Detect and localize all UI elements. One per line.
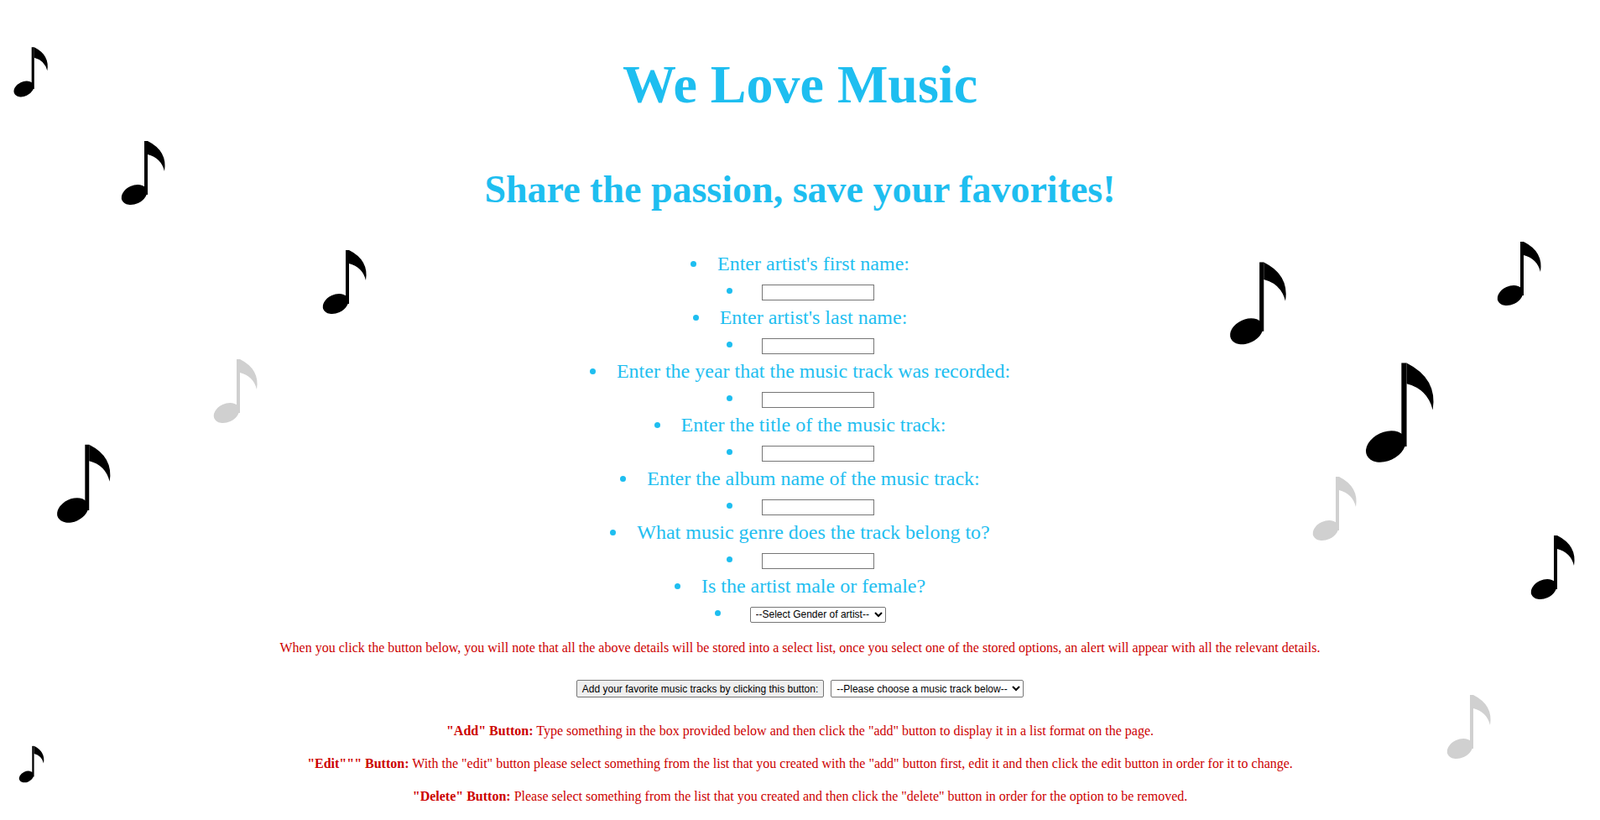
instruction-title: "Delete" Button:	[412, 788, 511, 803]
instruction-title: "Edit""" Button:	[307, 755, 409, 771]
music-note-icon	[117, 134, 177, 210]
field-label: Enter artist's first name:	[589, 251, 1011, 277]
instruction-text: "Delete" Button: Please select something…	[412, 787, 1188, 805]
page-title: We Love Music	[622, 53, 978, 116]
field-input-row: --Select Gender of artist--	[589, 598, 1011, 628]
music-note-icon	[1359, 352, 1452, 470]
field-label: What music genre does the track belong t…	[589, 520, 1011, 545]
text-input[interactable]	[761, 445, 875, 462]
music-note-icon	[8, 41, 59, 101]
music-note-icon	[1493, 234, 1553, 311]
text-input[interactable]	[761, 499, 875, 516]
add-tracks-button[interactable]: Add your favorite music tracks by clicki…	[576, 679, 824, 698]
field-input-row	[589, 329, 1011, 360]
instruction-title: "Add" Button:	[446, 723, 534, 738]
page: We Love Music Share the passion, save you…	[0, 0, 1600, 820]
music-note-icon	[1224, 251, 1301, 353]
instructions: "Add" Button: Type something in the box …	[307, 722, 1293, 814]
instruction-text: "Edit""" Button: With the "edit" button …	[307, 755, 1293, 772]
field-label: Enter the title of the music track:	[589, 412, 1011, 438]
content: We Love Music Share the passion, save you…	[0, 0, 1600, 814]
field-input-row	[589, 490, 1011, 521]
gender-select[interactable]: --Select Gender of artist--	[750, 606, 886, 623]
form-list: Enter artist's first name: Enter artist's…	[589, 251, 1011, 628]
music-note-icon	[1443, 687, 1502, 764]
field-input-row	[589, 383, 1011, 413]
field-label: Enter the year that the music track was …	[589, 359, 1011, 384]
track-select[interactable]: --Please choose a music track below--	[830, 679, 1024, 698]
add-track-row: Add your favorite music tracks by clicki…	[576, 679, 1024, 698]
field-input-row	[589, 276, 1011, 306]
music-note-icon	[1308, 469, 1368, 546]
music-note-icon	[209, 352, 269, 428]
info-text: When you click the button below, you wil…	[263, 639, 1338, 657]
field-label: Enter artist's last name:	[589, 305, 1011, 330]
music-note-icon	[50, 436, 126, 529]
text-input[interactable]	[761, 284, 875, 301]
field-input-row	[589, 437, 1011, 467]
field-label: Enter the album name of the music track:	[589, 466, 1011, 491]
field-input-row	[589, 544, 1011, 574]
instruction-text: "Add" Button: Type something in the box …	[446, 722, 1154, 740]
text-input[interactable]	[761, 338, 875, 355]
text-input[interactable]	[761, 552, 875, 569]
text-input[interactable]	[761, 391, 875, 408]
page-subtitle: Share the passion, save your favorites!	[484, 166, 1116, 212]
music-note-icon	[16, 738, 51, 789]
music-note-icon	[318, 243, 378, 319]
music-note-icon	[1527, 528, 1586, 605]
field-label: Is the artist male or female?	[589, 573, 1011, 599]
